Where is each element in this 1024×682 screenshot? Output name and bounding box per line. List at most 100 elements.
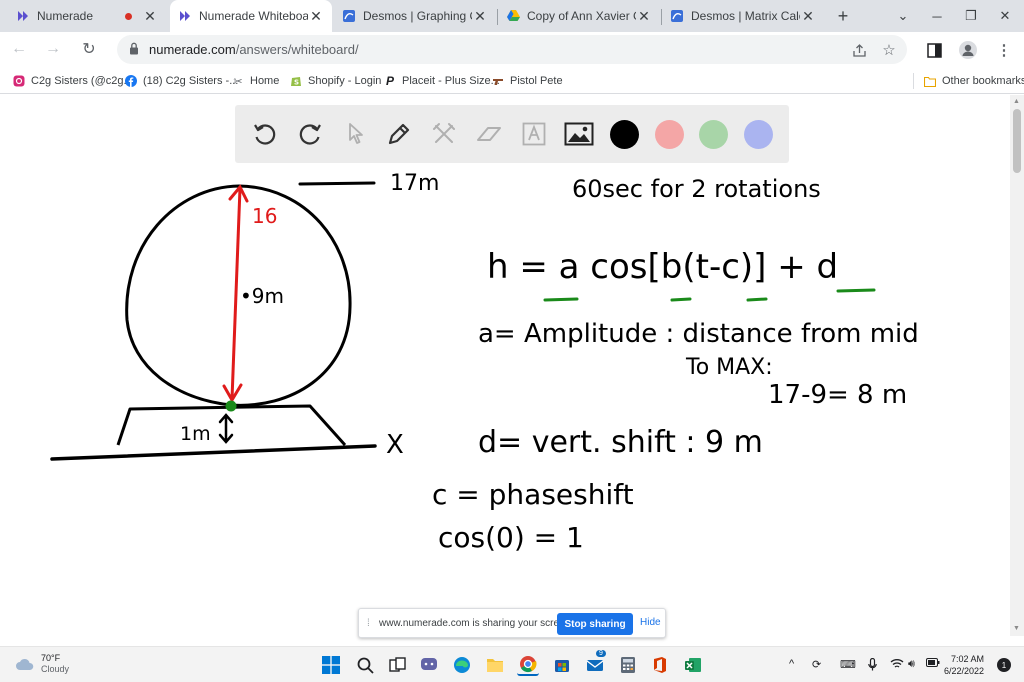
microphone-icon[interactable] xyxy=(868,657,877,674)
clock-time: 7:02 AM xyxy=(950,654,984,664)
bookmark-item[interactable]: S Shopify - Login xyxy=(290,73,381,89)
tab-google-doc[interactable]: Copy of Ann Xavier Gante ✕ xyxy=(498,0,660,32)
scroll-up-arrow-icon[interactable]: ▲ xyxy=(1013,98,1020,105)
sync-icon[interactable]: ⟳ xyxy=(812,658,821,671)
close-tab-icon[interactable]: ✕ xyxy=(472,8,488,24)
image-icon[interactable] xyxy=(563,118,595,150)
close-tab-icon[interactable]: ✕ xyxy=(636,8,652,24)
scroll-thumb[interactable] xyxy=(1013,109,1021,173)
forward-icon[interactable]: → xyxy=(40,36,66,62)
windows-start-icon[interactable] xyxy=(320,654,342,676)
back-icon[interactable]: ← xyxy=(6,36,32,62)
weather-temp: 70°F xyxy=(41,653,61,663)
share-icon[interactable] xyxy=(849,40,869,60)
svg-text:S: S xyxy=(294,79,299,87)
store-icon[interactable] xyxy=(551,654,573,676)
undo-icon[interactable] xyxy=(249,118,281,150)
tab-desmos-matrix[interactable]: Desmos | Matrix Calculator ✕ xyxy=(662,0,824,32)
bookmark-label: C2g Sisters (@c2g... xyxy=(31,75,133,87)
close-tab-icon[interactable]: ✕ xyxy=(308,8,324,24)
volume-icon[interactable]: 🔊︎ xyxy=(908,658,915,671)
center-height-label: •9m xyxy=(240,284,285,308)
edge-browser-icon[interactable] xyxy=(451,654,473,676)
profile-avatar-icon[interactable] xyxy=(958,40,978,60)
base-height-label: 1m xyxy=(180,423,211,445)
color-green-swatch[interactable] xyxy=(699,120,728,149)
drag-grip-icon[interactable]: ⁞ xyxy=(367,618,370,629)
hide-button[interactable]: Hide xyxy=(640,617,661,628)
color-blue-swatch[interactable] xyxy=(744,120,773,149)
vertical-scrollbar[interactable]: ▲ ▼ xyxy=(1010,95,1024,636)
tab-numerade-whiteboard[interactable]: Numerade Whiteboard ✕ xyxy=(170,0,332,32)
phase-shift-note: c = phaseshift xyxy=(432,478,634,511)
mail-icon[interactable]: 9 xyxy=(584,650,606,676)
stop-sharing-button[interactable]: Stop sharing xyxy=(557,613,633,635)
color-black-swatch[interactable] xyxy=(610,120,639,149)
underline-d xyxy=(836,288,876,293)
select-icon[interactable] xyxy=(339,118,371,150)
tab-search-icon[interactable]: ⌄ xyxy=(886,0,920,32)
underline-a xyxy=(543,297,579,302)
pen-icon[interactable] xyxy=(383,118,415,150)
restore-icon[interactable]: ❐ xyxy=(954,0,988,32)
tab-title: Numerade xyxy=(37,9,94,23)
chrome-icon[interactable] xyxy=(517,654,539,676)
file-explorer-icon[interactable] xyxy=(484,654,506,676)
excel-icon[interactable] xyxy=(682,654,704,676)
period-note: 60sec for 2 rotations xyxy=(572,175,821,203)
keyboard-icon[interactable]: ⌨ xyxy=(840,658,856,671)
battery-icon[interactable] xyxy=(926,658,940,670)
system-clock[interactable]: 7:02 AM 6/22/2022 xyxy=(940,653,984,677)
bookmark-item[interactable]: Pistol Pete xyxy=(492,73,563,89)
url-text: numerade.com/answers/whiteboard/ xyxy=(149,42,359,57)
whiteboard-canvas[interactable]: 17m 16 •9m 1m X 60sec for 2 rotations h … xyxy=(0,95,1010,636)
tools-icon[interactable] xyxy=(428,118,460,150)
tray-overflow-chevron-icon[interactable]: ^ xyxy=(789,658,794,670)
bookmark-item[interactable]: (18) C2g Sisters -... xyxy=(125,73,238,89)
scissors-icon: ✂ xyxy=(233,75,243,88)
bookmark-item[interactable]: P Placeit - Plus Size... xyxy=(384,73,500,89)
menu-kebab-icon[interactable]: ⋮ xyxy=(994,40,1014,60)
bookmark-item[interactable]: ✂ Home xyxy=(232,73,279,89)
redo-icon[interactable] xyxy=(294,118,326,150)
wifi-icon[interactable] xyxy=(890,658,904,672)
desmos-logo-icon xyxy=(342,9,356,23)
pistol-icon xyxy=(492,75,504,87)
office-icon[interactable] xyxy=(649,654,671,676)
color-pink-swatch[interactable] xyxy=(655,120,684,149)
bookmarks-separator xyxy=(913,73,914,89)
folder-icon xyxy=(924,75,936,87)
address-bar[interactable]: numerade.com/answers/whiteboard/ ☆ xyxy=(117,35,907,64)
new-tab-button[interactable]: + xyxy=(826,0,860,32)
text-icon[interactable] xyxy=(518,118,550,150)
google-drive-icon xyxy=(506,9,520,23)
close-window-icon[interactable]: ✕ xyxy=(988,0,1022,32)
teams-chat-icon[interactable] xyxy=(418,654,440,676)
weather-desc: Cloudy xyxy=(41,664,70,674)
eraser-icon[interactable] xyxy=(473,118,505,150)
radius-label: 16 xyxy=(252,204,278,228)
other-bookmarks-label: Other bookmarks xyxy=(942,75,1024,87)
task-view-icon[interactable] xyxy=(386,654,408,676)
weather-widget[interactable]: 70°F Cloudy xyxy=(15,653,69,675)
bookmark-label: (18) C2g Sisters -... xyxy=(143,75,239,87)
notification-badge[interactable]: 1 xyxy=(997,658,1011,672)
other-bookmarks[interactable]: Other bookmarks xyxy=(924,73,1024,89)
instagram-icon xyxy=(13,75,25,87)
side-panel-icon[interactable] xyxy=(924,40,944,60)
minimize-icon[interactable]: ─ xyxy=(920,0,954,32)
search-icon[interactable] xyxy=(354,654,376,676)
calculator-icon[interactable] xyxy=(617,654,639,676)
scroll-down-arrow-icon[interactable]: ▼ xyxy=(1013,625,1020,632)
bookmark-star-icon[interactable]: ☆ xyxy=(879,40,899,60)
numerade-logo-icon xyxy=(16,9,30,23)
browser-toolbar: ← → ↻ numerade.com/answers/whiteboard/ ☆… xyxy=(0,32,1024,66)
top-level-line xyxy=(298,181,376,186)
close-tab-icon[interactable]: ✕ xyxy=(142,8,158,24)
tab-desmos-graphing[interactable]: Desmos | Graphing Calcul ✕ xyxy=(334,0,496,32)
reload-icon[interactable]: ↻ xyxy=(76,36,102,62)
bookmark-item[interactable]: C2g Sisters (@c2g... xyxy=(13,73,133,89)
tab-numerade[interactable]: Numerade ✕ xyxy=(8,0,166,32)
placeit-icon: P xyxy=(385,74,394,88)
close-tab-icon[interactable]: ✕ xyxy=(800,8,816,24)
